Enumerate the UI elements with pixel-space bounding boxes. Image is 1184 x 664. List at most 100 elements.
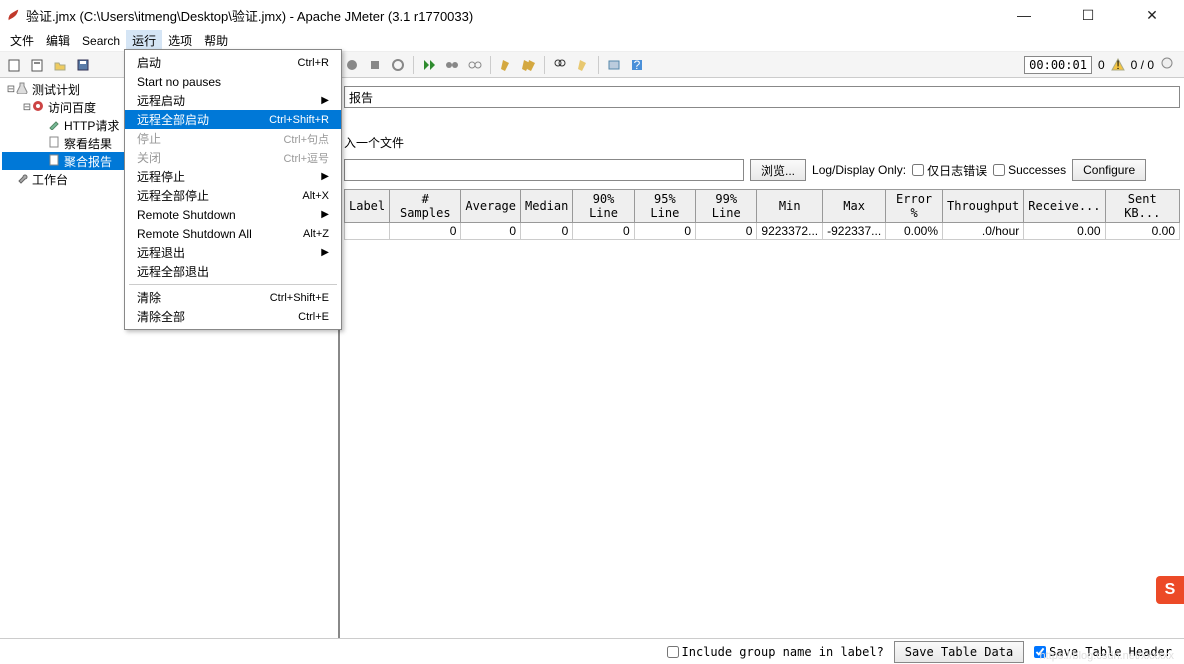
menu-item: 关闭Ctrl+逗号 — [125, 148, 341, 167]
timer: 00:00:01 — [1024, 56, 1092, 74]
menu-文件[interactable]: 文件 — [4, 30, 40, 51]
menu-item[interactable]: 清除全部Ctrl+E — [125, 307, 341, 326]
menu-item[interactable]: 远程全部停止Alt+X — [125, 186, 341, 205]
sogou-ime-icon[interactable]: S — [1156, 576, 1184, 604]
table-row[interactable]: 0000009223372...-922337...0.00%.0/hour0.… — [345, 223, 1180, 240]
results-table[interactable]: Label# SamplesAverageMedian90% Line95% L… — [344, 189, 1180, 240]
menu-item[interactable]: Remote Shutdown AllAlt+Z — [125, 224, 341, 243]
toolbar-divider — [598, 56, 599, 74]
table-cell: 0 — [573, 223, 634, 240]
submenu-arrow-icon: ▶ — [321, 209, 329, 220]
maximize-button[interactable]: ☐ — [1068, 7, 1108, 24]
logdisplay-label: Log/Display Only: — [812, 163, 906, 177]
menu-选项[interactable]: 选项 — [162, 30, 198, 51]
bottom-bar: Include group name in label? Save Table … — [0, 638, 1184, 664]
filename-input[interactable] — [344, 159, 744, 181]
column-header[interactable]: Min — [757, 190, 823, 223]
include-group-checkbox[interactable]: Include group name in label? — [667, 645, 884, 659]
toolbar-status: 00:00:01 0 ! 0 / 0 — [1024, 56, 1180, 74]
save-table-data-button[interactable]: Save Table Data — [894, 641, 1024, 663]
table-cell: 0.00 — [1024, 223, 1105, 240]
name-input[interactable] — [344, 86, 1180, 108]
stop-icon[interactable] — [365, 55, 385, 75]
help-icon[interactable]: ? — [627, 55, 647, 75]
menu-separator — [129, 284, 337, 285]
pipette-icon — [48, 118, 62, 132]
app-icon — [6, 8, 20, 22]
aggregate-report-panel: 入一个文件 浏览... Log/Display Only: 仅日志错误 Succ… — [340, 78, 1184, 638]
template-icon[interactable] — [27, 55, 47, 75]
open-icon[interactable] — [50, 55, 70, 75]
search-icon[interactable] — [550, 55, 570, 75]
warning-icon[interactable]: ! — [1111, 58, 1125, 72]
menu-item[interactable]: Remote Shutdown▶ — [125, 205, 341, 224]
submenu-arrow-icon: ▶ — [321, 247, 329, 258]
run-indicator-icon — [1160, 56, 1174, 73]
menu-编辑[interactable]: 编辑 — [40, 30, 76, 51]
menu-item[interactable]: 清除Ctrl+Shift+E — [125, 288, 341, 307]
table-cell: 0 — [461, 223, 521, 240]
reset-search-icon[interactable] — [573, 55, 593, 75]
menu-item[interactable]: 远程全部启动Ctrl+Shift+R — [125, 110, 341, 129]
column-header[interactable]: Sent KB... — [1105, 190, 1180, 223]
menu-item[interactable]: 远程全部退出 — [125, 262, 341, 281]
column-header[interactable]: # Samples — [390, 190, 461, 223]
minimize-button[interactable]: — — [1004, 7, 1044, 24]
titlebar: 验证.jmx (C:\Users\itmeng\Desktop\验证.jmx) … — [0, 0, 1184, 30]
function-helper-icon[interactable] — [604, 55, 624, 75]
column-header[interactable]: 99% Line — [696, 190, 757, 223]
toolbar-divider — [490, 56, 491, 74]
warn-count: 0 — [1098, 58, 1105, 72]
column-header[interactable]: Median — [521, 190, 573, 223]
browse-button[interactable]: 浏览... — [750, 159, 806, 181]
start-np-icon[interactable] — [342, 55, 362, 75]
column-header[interactable]: Label — [345, 190, 390, 223]
menu-item[interactable]: 远程停止▶ — [125, 167, 341, 186]
column-header[interactable]: 90% Line — [573, 190, 634, 223]
menu-item[interactable]: 启动Ctrl+R — [125, 53, 341, 72]
clear-icon[interactable] — [496, 55, 516, 75]
close-button[interactable]: ✕ — [1132, 7, 1172, 24]
remote-start-icon[interactable] — [419, 55, 439, 75]
shutdown-icon[interactable] — [388, 55, 408, 75]
menu-item[interactable]: 远程退出▶ — [125, 243, 341, 262]
table-cell: -922337... — [823, 223, 886, 240]
thread-count: 0 / 0 — [1131, 58, 1154, 72]
svg-text:!: ! — [1116, 58, 1119, 72]
submenu-arrow-icon: ▶ — [321, 171, 329, 182]
submenu-arrow-icon: ▶ — [321, 95, 329, 106]
column-header[interactable]: Max — [823, 190, 886, 223]
menu-search[interactable]: Search — [76, 32, 126, 50]
wrench-icon — [16, 172, 30, 186]
page-icon — [48, 136, 62, 150]
column-header[interactable]: Average — [461, 190, 521, 223]
remote-shutdown-icon[interactable] — [465, 55, 485, 75]
window-title: 验证.jmx (C:\Users\itmeng\Desktop\验证.jmx) … — [26, 6, 1004, 25]
configure-button[interactable]: Configure — [1072, 159, 1146, 181]
clear-all-icon[interactable] — [519, 55, 539, 75]
menu-item[interactable]: Start no pauses — [125, 72, 341, 91]
tree-expand-icon[interactable]: ⊟ — [6, 84, 16, 95]
errors-only-checkbox[interactable]: 仅日志错误 — [912, 162, 987, 179]
column-header[interactable]: Throughput — [943, 190, 1024, 223]
flask-icon — [16, 82, 30, 96]
watermark: https://blog.csdn.net/xxxxxx — [1039, 650, 1174, 662]
successes-checkbox[interactable]: Successes — [993, 163, 1066, 177]
table-cell: 0.00% — [886, 223, 943, 240]
table-cell — [345, 223, 390, 240]
column-header[interactable]: Error % — [886, 190, 943, 223]
menu-item[interactable]: 远程启动▶ — [125, 91, 341, 110]
table-cell: 0 — [696, 223, 757, 240]
menu-运行[interactable]: 运行 — [126, 30, 162, 51]
column-header[interactable]: Receive... — [1024, 190, 1105, 223]
tree-expand-icon[interactable]: ⊟ — [22, 102, 32, 113]
gear-red-icon — [32, 100, 46, 114]
page-icon — [48, 154, 62, 168]
new-icon[interactable] — [4, 55, 24, 75]
save-icon[interactable] — [73, 55, 93, 75]
remote-stop-icon[interactable] — [442, 55, 462, 75]
menu-帮助[interactable]: 帮助 — [198, 30, 234, 51]
toolbar-divider — [413, 56, 414, 74]
column-header[interactable]: 95% Line — [634, 190, 695, 223]
window-controls: — ☐ ✕ — [1004, 7, 1178, 24]
